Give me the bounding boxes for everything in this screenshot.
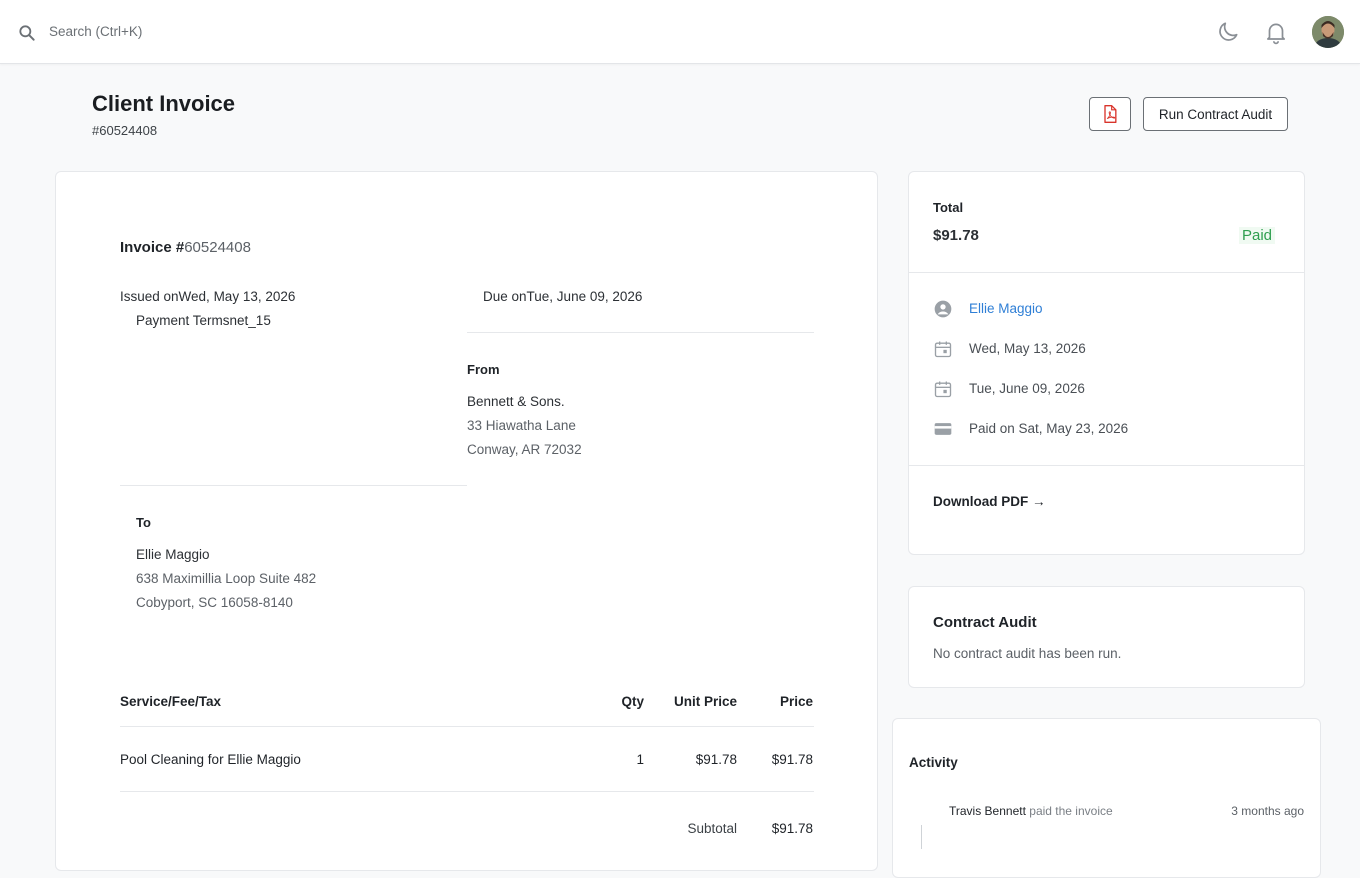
issued-date: Wed, May 13, 2026 xyxy=(969,341,1086,356)
top-bar: Search (Ctrl+K) xyxy=(0,0,1360,64)
pdf-icon xyxy=(1104,105,1117,124)
invoice-card: Invoice #60524408 Issued onWed, May 13, … xyxy=(55,171,878,871)
due-date: Tue, June 09, 2026 xyxy=(969,381,1085,396)
client-link[interactable]: Ellie Maggio xyxy=(969,301,1043,316)
to-address-line2: Cobyport, SC 16058-8140 xyxy=(136,595,293,610)
unit-price-cell: $91.78 xyxy=(695,752,737,767)
column-header-service: Service/Fee/Tax xyxy=(120,694,222,709)
column-header-unit-price: Unit Price xyxy=(673,694,737,709)
due-on: Due onTue, June 09, 2026 xyxy=(483,289,643,304)
total-value: $91.78 xyxy=(933,227,979,244)
to-name: Ellie Maggio xyxy=(136,547,210,562)
calendar-icon xyxy=(934,341,952,358)
timeline-line xyxy=(921,825,922,849)
from-name: Bennett & Sons. xyxy=(467,394,565,409)
service-cell: Pool Cleaning for Ellie Maggio xyxy=(120,752,301,767)
activity-title: Activity xyxy=(909,755,958,770)
invoice-number-subtitle: #60524408 xyxy=(92,123,158,138)
calendar-icon xyxy=(934,381,952,398)
to-label: To xyxy=(136,515,151,530)
download-pdf-link[interactable]: Download PDF → xyxy=(933,494,1046,509)
bell-icon[interactable] xyxy=(1263,19,1289,45)
search-icon[interactable] xyxy=(17,23,37,43)
table-row-divider xyxy=(120,791,814,792)
invoice-title: Invoice #60524408 xyxy=(120,239,251,256)
total-label: Total xyxy=(933,200,964,215)
activity-card: Activity Travis Bennett paid the invoice… xyxy=(892,718,1321,878)
payment-terms: Payment Termsnet_15 xyxy=(136,313,271,328)
column-header-qty: Qty xyxy=(621,694,644,709)
account-circle-icon xyxy=(934,300,952,318)
contract-audit-text: No contract audit has been run. xyxy=(933,646,1122,661)
activity-item: Travis Bennett paid the invoice xyxy=(949,804,1113,818)
paid-on-date: Paid on Sat, May 23, 2026 xyxy=(969,421,1129,436)
to-address-line1: 638 Maximillia Loop Suite 482 xyxy=(136,571,317,586)
table-header-divider xyxy=(120,726,814,727)
moon-icon[interactable] xyxy=(1215,19,1241,45)
avatar[interactable] xyxy=(1312,16,1344,48)
divider xyxy=(467,332,814,333)
activity-time: 3 months ago xyxy=(1231,804,1304,818)
summary-card: Total $91.78 Paid Ellie Maggio Wed, May … xyxy=(908,171,1305,555)
issued-on: Issued onWed, May 13, 2026 xyxy=(120,289,296,304)
divider xyxy=(120,485,467,486)
page-title: Client Invoice xyxy=(92,91,236,116)
divider xyxy=(909,465,1304,466)
from-label: From xyxy=(467,362,500,377)
from-address-line1: 33 Hiawatha Lane xyxy=(467,418,576,433)
contract-audit-title: Contract Audit xyxy=(933,614,1037,631)
price-cell: $91.78 xyxy=(771,752,813,767)
run-contract-audit-button[interactable]: Run Contract Audit xyxy=(1143,97,1288,131)
subtotal-value: $91.78 xyxy=(771,821,813,836)
from-address-line2: Conway, AR 72032 xyxy=(467,442,582,457)
contract-audit-card: Contract Audit No contract audit has bee… xyxy=(908,586,1305,688)
credit-card-icon xyxy=(934,423,952,435)
pdf-button[interactable] xyxy=(1089,97,1131,131)
divider xyxy=(909,272,1304,273)
qty-cell: 1 xyxy=(636,752,644,767)
status-badge: Paid xyxy=(1239,227,1276,244)
subtotal-label: Subtotal xyxy=(687,821,737,836)
column-header-price: Price xyxy=(779,694,813,709)
search-input[interactable]: Search (Ctrl+K) xyxy=(49,24,142,39)
